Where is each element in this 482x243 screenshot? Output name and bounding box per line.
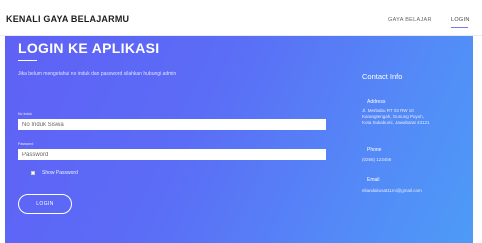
- address-line: Kota Sukabumi, Jawabarat 43121: [362, 120, 430, 125]
- title-divider: [18, 60, 37, 61]
- email-label: Email: [367, 177, 380, 183]
- nav-active-indicator: [451, 27, 468, 28]
- password-field-label: Password: [18, 142, 34, 146]
- login-panel: LOGIN KE APLIKASI Jika belum mengetahui …: [5, 36, 473, 243]
- induk-input[interactable]: [18, 119, 326, 130]
- password-input[interactable]: [18, 149, 326, 160]
- show-password-checkbox[interactable]: [31, 171, 35, 175]
- induk-field-label: No Induk: [18, 112, 33, 116]
- address-text: Jl. Merbabu RT 03 RW 10 Karangtengah, Gu…: [362, 108, 430, 126]
- brand-title[interactable]: KENALI GAYA BELAJARMU: [6, 14, 129, 24]
- login-button[interactable]: LOGIN: [18, 194, 72, 214]
- email-text: eliandakusat11mi@gmail.com: [362, 188, 422, 193]
- page-title: LOGIN KE APLIKASI: [18, 40, 160, 56]
- address-label: Address: [367, 99, 386, 105]
- nav-link-login[interactable]: LOGIN: [451, 17, 470, 23]
- phone-text: (0266) 123456: [362, 157, 392, 162]
- login-notice: Jika belum mengetahui no induk dan passw…: [18, 71, 177, 77]
- contact-info-title: Contact Info: [362, 72, 403, 81]
- top-navbar: KENALI GAYA BELAJARMU GAYA BELAJAR LOGIN: [0, 0, 482, 36]
- phone-label: Phone: [367, 147, 382, 153]
- nav-link-gaya-belajar[interactable]: GAYA BELAJAR: [388, 17, 432, 23]
- show-password-label[interactable]: Show Password: [42, 170, 78, 176]
